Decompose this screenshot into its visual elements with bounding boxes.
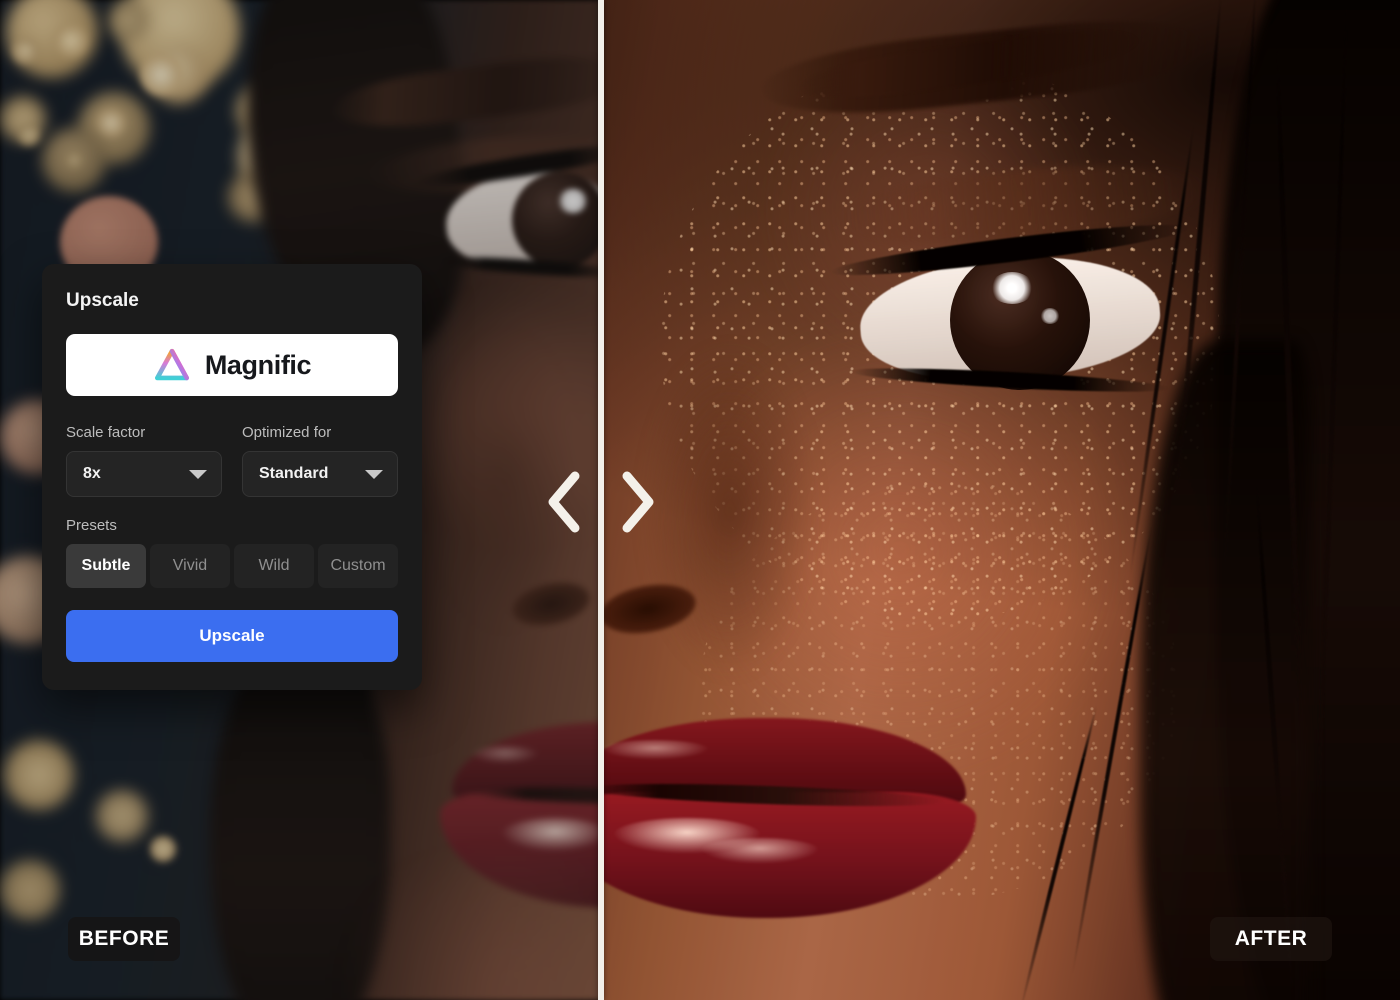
optimized-for-value: Standard	[259, 465, 329, 482]
scale-factor-field: Scale factor 8x	[66, 424, 222, 497]
lip-gloss-highlight	[500, 818, 602, 852]
bokeh-light	[0, 860, 60, 920]
optimized-for-field: Optimized for Standard	[242, 424, 398, 497]
settings-row: Scale factor 8x Optimized for Standard	[66, 424, 398, 497]
bokeh-light	[54, 24, 88, 58]
chevron-right-icon[interactable]	[613, 462, 661, 542]
lip-gloss-highlight	[602, 740, 710, 760]
bokeh-light	[140, 54, 182, 96]
bokeh-light	[150, 836, 176, 862]
bokeh-light	[64, 150, 84, 170]
before-after-comparison-viewer[interactable]: BEFORE AFTER Upscale Magnific Scale fact…	[0, 0, 1400, 1000]
eye-iris	[512, 172, 602, 268]
bokeh-light	[12, 38, 38, 64]
eye-catchlight	[990, 272, 1034, 304]
model-selector-magnific[interactable]: Magnific	[66, 334, 398, 396]
after-image	[602, 0, 1400, 1000]
preset-chip-subtle[interactable]: Subtle	[66, 544, 146, 588]
panel-title: Upscale	[66, 290, 139, 311]
after-image-pane	[602, 0, 1400, 1000]
lip-gloss-highlight	[470, 746, 540, 764]
before-badge: BEFORE	[68, 917, 180, 961]
eye-catchlight	[556, 188, 590, 214]
preset-chip-wild[interactable]: Wild	[234, 544, 314, 588]
upscale-panel: Upscale Magnific Scale factor 8x Optimiz…	[42, 264, 422, 690]
presets-label: Presets	[66, 517, 117, 534]
bokeh-light	[18, 124, 40, 146]
bokeh-light	[108, 0, 148, 40]
chevron-left-icon[interactable]	[541, 462, 589, 542]
chevron-down-icon	[189, 469, 207, 479]
model-name-label: Magnific	[204, 349, 312, 380]
optimized-for-label: Optimized for	[242, 424, 332, 441]
bokeh-light	[96, 790, 148, 842]
lip-gloss-highlight	[700, 838, 820, 864]
magnific-triangle-logo-icon	[153, 346, 191, 384]
scale-factor-select[interactable]: 8x	[66, 451, 222, 497]
optimized-for-select[interactable]: Standard	[242, 451, 398, 497]
bokeh-light	[4, 740, 74, 810]
preset-chip-vivid[interactable]: Vivid	[150, 544, 230, 588]
upscale-button[interactable]: Upscale	[66, 610, 398, 662]
presets-group: Subtle Vivid Wild Custom	[66, 544, 398, 588]
eye-iris	[950, 250, 1090, 390]
scale-factor-value: 8x	[83, 465, 101, 482]
after-badge: AFTER	[1210, 917, 1332, 961]
comparison-slider-handle[interactable]	[527, 462, 675, 542]
chevron-down-icon	[365, 469, 383, 479]
eye-catchlight	[1040, 308, 1060, 324]
preset-chip-custom[interactable]: Custom	[318, 544, 398, 588]
scale-factor-label: Scale factor	[66, 424, 146, 441]
bokeh-light	[96, 108, 126, 138]
